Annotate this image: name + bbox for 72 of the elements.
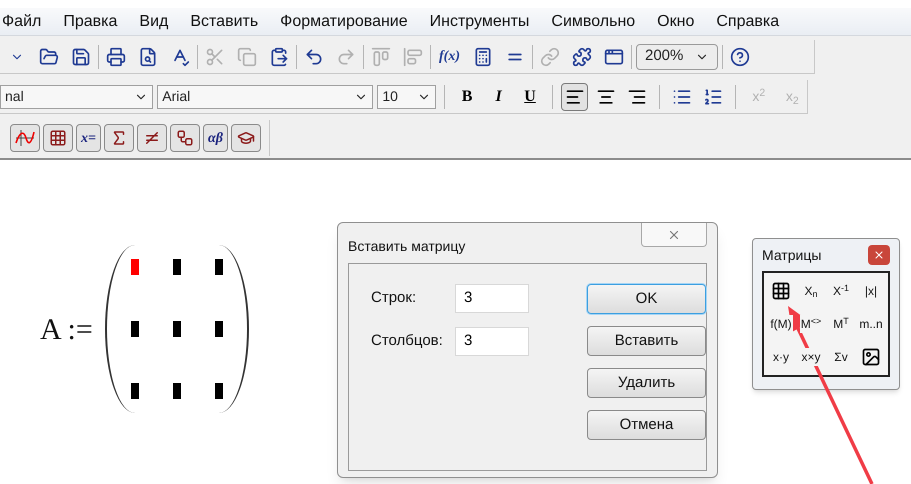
help-icon bbox=[730, 46, 750, 66]
document-magnifier-icon bbox=[138, 46, 158, 66]
field-label: Строк: bbox=[371, 288, 418, 308]
grid-icon bbox=[771, 281, 791, 301]
font-size-dropdown[interactable]: 10 bbox=[377, 84, 436, 108]
math-palette-button[interactable]: x= bbox=[76, 124, 101, 152]
graduation-cap-icon bbox=[236, 129, 255, 147]
align-top-icon bbox=[371, 46, 391, 66]
variable-definition: A := bbox=[40, 312, 93, 348]
bold-button[interactable]: B bbox=[453, 84, 481, 110]
placeholder[interactable] bbox=[214, 321, 223, 337]
placeholder[interactable] bbox=[130, 383, 139, 399]
function-button[interactable]: f(x) bbox=[435, 44, 464, 70]
math-palette-button[interactable] bbox=[170, 124, 200, 152]
grid-icon bbox=[49, 129, 67, 147]
palette-title: Матрицы bbox=[762, 246, 822, 265]
menu-item[interactable]: Символьно bbox=[551, 10, 636, 34]
field-label: Столбцов: bbox=[371, 331, 444, 352]
redo-icon bbox=[336, 46, 356, 66]
placeholder[interactable] bbox=[214, 383, 223, 399]
font-dropdown[interactable]: Arial bbox=[157, 84, 374, 108]
placeholder[interactable] bbox=[172, 321, 181, 337]
dialog-title: Вставить матрицу bbox=[348, 237, 466, 256]
dialog-button[interactable]: OK bbox=[587, 284, 706, 314]
graph-icon bbox=[15, 129, 35, 147]
menu-item[interactable]: Правка bbox=[63, 10, 118, 34]
palette-button[interactable]: x×y bbox=[800, 348, 822, 366]
math-palette-button[interactable] bbox=[104, 124, 134, 152]
placeholder[interactable] bbox=[172, 383, 181, 399]
flowchart-icon bbox=[176, 129, 194, 147]
close-icon bbox=[873, 249, 885, 261]
menu-item[interactable]: Вид bbox=[139, 10, 168, 34]
menu-item[interactable]: Окно bbox=[657, 10, 694, 34]
scissors-icon bbox=[205, 46, 225, 66]
copy-icon bbox=[237, 46, 257, 66]
image-icon bbox=[861, 347, 881, 367]
placeholder[interactable] bbox=[172, 259, 181, 275]
menu-item[interactable]: Инструменты bbox=[430, 10, 530, 34]
numbered-list-icon bbox=[703, 86, 724, 106]
puzzle-icon bbox=[572, 46, 592, 66]
menu-item[interactable]: Файл bbox=[2, 10, 42, 34]
printer-icon bbox=[106, 46, 126, 66]
math-palette-button[interactable]: αβ bbox=[202, 124, 228, 152]
underline-button[interactable]: U bbox=[516, 84, 544, 110]
math-palette-button[interactable] bbox=[43, 124, 73, 152]
style-dropdown[interactable]: nal bbox=[0, 84, 154, 108]
dialog-button[interactable]: Удалить bbox=[587, 368, 706, 398]
clipboard-icon bbox=[269, 46, 289, 66]
align-button[interactable] bbox=[560, 82, 588, 110]
number-field[interactable]: 3 bbox=[455, 284, 529, 313]
window-icon bbox=[604, 46, 624, 66]
placeholder[interactable] bbox=[130, 321, 139, 337]
menu-item[interactable]: Вставить bbox=[190, 10, 258, 34]
folder-icon bbox=[39, 46, 59, 66]
zoom-dropdown[interactable]: 200% bbox=[636, 44, 718, 70]
dialog-button[interactable]: Вставить bbox=[587, 326, 706, 356]
dialog-button[interactable]: Отмена bbox=[587, 410, 706, 440]
undo-icon bbox=[304, 46, 324, 66]
placeholder[interactable] bbox=[214, 259, 223, 275]
menu-item[interactable]: Форматирование bbox=[280, 10, 408, 34]
calculator-icon bbox=[473, 46, 493, 66]
math-palette-button[interactable] bbox=[230, 124, 261, 152]
link-icon bbox=[540, 46, 560, 66]
italic-button[interactable]: I bbox=[484, 84, 512, 110]
math-palette-button[interactable] bbox=[10, 124, 40, 152]
math-palette-button[interactable] bbox=[136, 124, 167, 152]
number-field[interactable]: 3 bbox=[455, 327, 529, 356]
menu-item[interactable]: Справка bbox=[716, 10, 780, 34]
palette-button[interactable]: f(M) bbox=[769, 315, 793, 333]
palette-button[interactable]: M$^{<>}$ bbox=[800, 315, 822, 333]
close-button[interactable] bbox=[868, 245, 890, 265]
align-left-icon bbox=[403, 46, 423, 66]
